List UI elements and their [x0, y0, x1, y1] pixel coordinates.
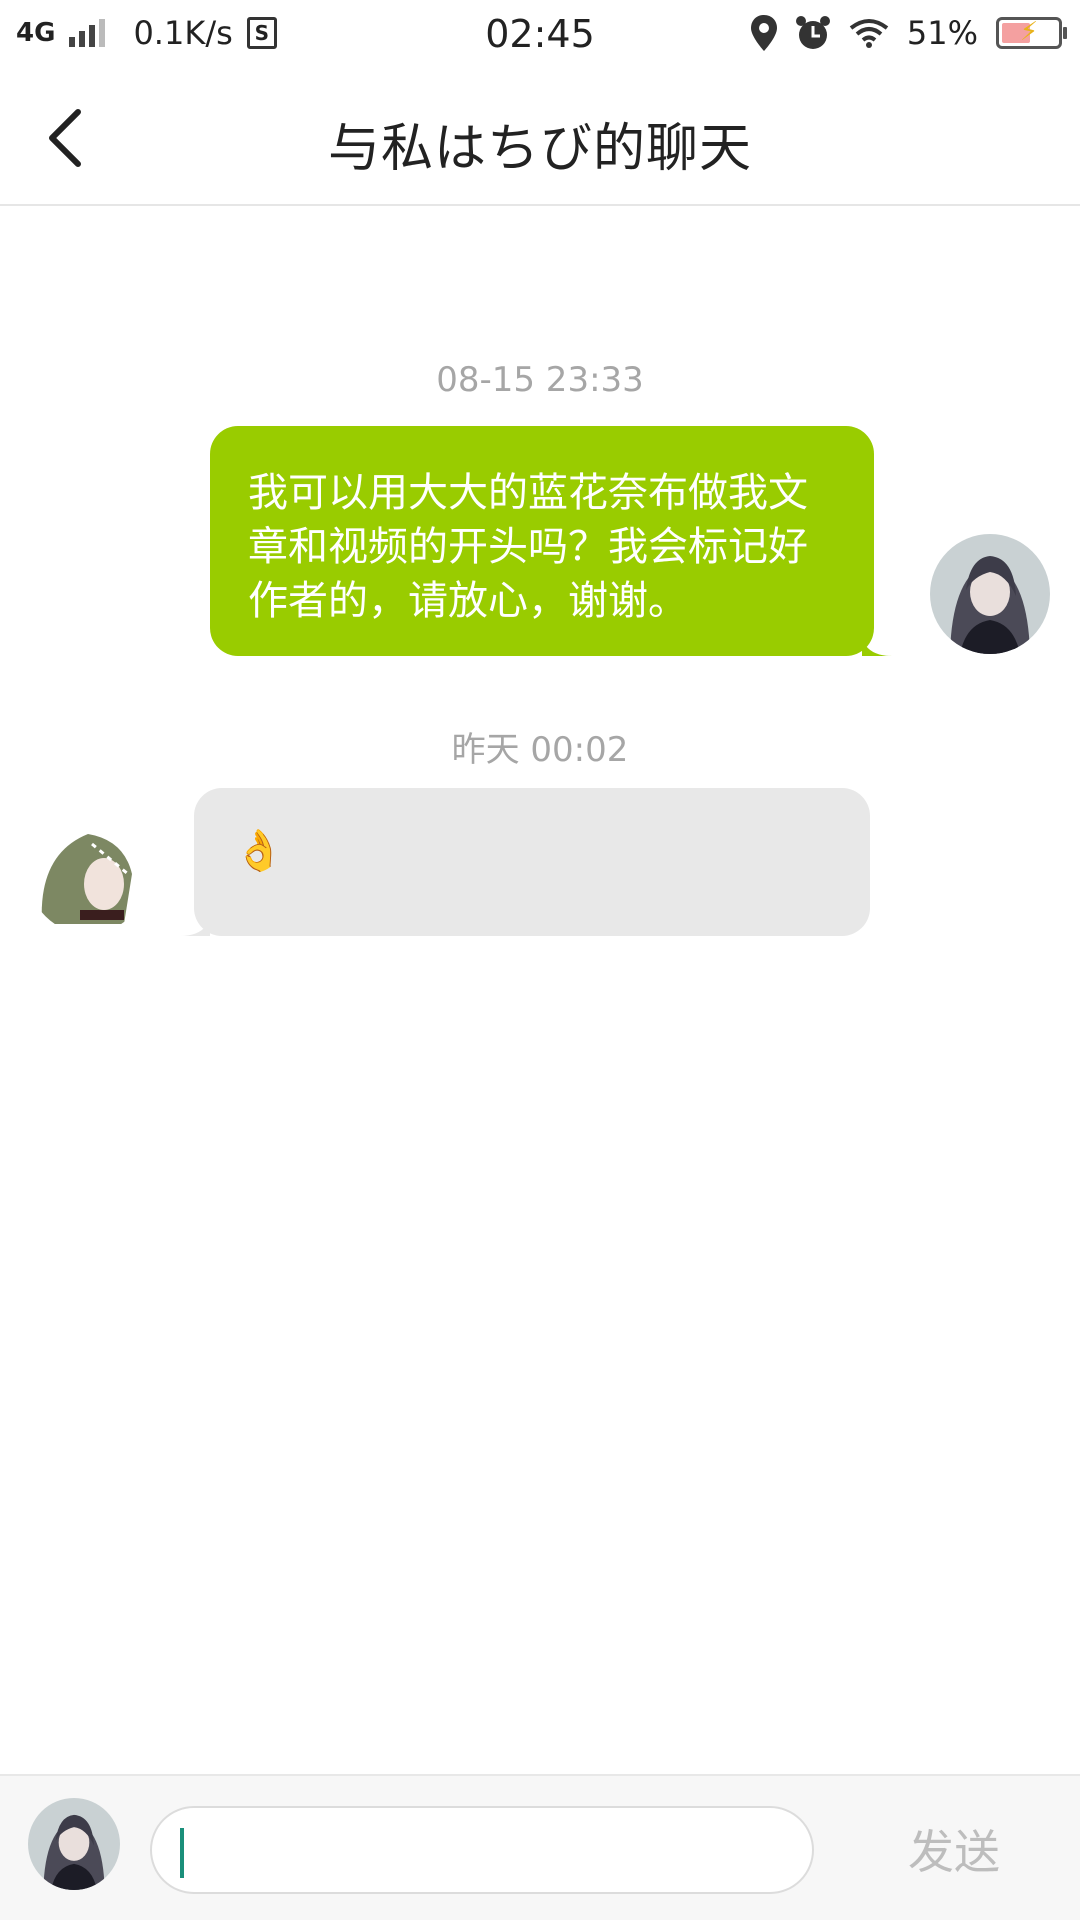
battery-percent: 51% [906, 14, 978, 52]
status-right: 51% ⚡ [750, 14, 1067, 52]
my-avatar[interactable] [930, 534, 1050, 654]
page-title: 与私はちび的聊天 [327, 119, 752, 179]
wifi-icon [849, 19, 889, 48]
alarm-icon [795, 16, 830, 49]
bubble-tail [862, 626, 892, 656]
my-avatar-small[interactable] [28, 1798, 120, 1890]
send-button[interactable]: 发送 [908, 1816, 1000, 1882]
message-text: 我可以用大大的蓝花奈布做我文章和视频的开头吗？我会标记好作者的，请放心，谢谢。 [248, 470, 808, 624]
message-list[interactable]: 08-15 23:33 我可以用大大的蓝花奈布做我文章和视频的开头吗？我会标记好… [0, 206, 1080, 1774]
received-message-bubble[interactable]: 👌 [194, 788, 870, 936]
location-icon [750, 15, 777, 51]
message-timestamp: 昨天 00:02 [451, 730, 629, 770]
avatar-image [28, 1798, 120, 1890]
chat-header: 与私はちび的聊天 [0, 74, 1080, 206]
avatar-image [930, 534, 1050, 654]
status-bar: 4G 0.1K/s S 02:45 51% ⚡ [0, 0, 1080, 74]
charging-icon: ⚡ [1019, 17, 1039, 47]
bubble-tail [180, 906, 210, 936]
message-input-bar: 发送 [0, 1774, 1080, 1920]
avatar-image [28, 814, 148, 934]
message-timestamp: 08-15 23:33 [436, 360, 644, 400]
contact-avatar[interactable] [28, 814, 148, 934]
text-cursor [180, 1828, 184, 1878]
sent-message-bubble[interactable]: 我可以用大大的蓝花奈布做我文章和视频的开头吗？我会标记好作者的，请放心，谢谢。 [210, 426, 874, 656]
message-input[interactable] [150, 1806, 814, 1894]
message-text: 👌 [234, 828, 284, 874]
battery-icon: ⚡ [996, 17, 1067, 49]
chat-screen: 4G 0.1K/s S 02:45 51% ⚡ 与私はちび的聊天 08-15 2… [0, 0, 1080, 1920]
